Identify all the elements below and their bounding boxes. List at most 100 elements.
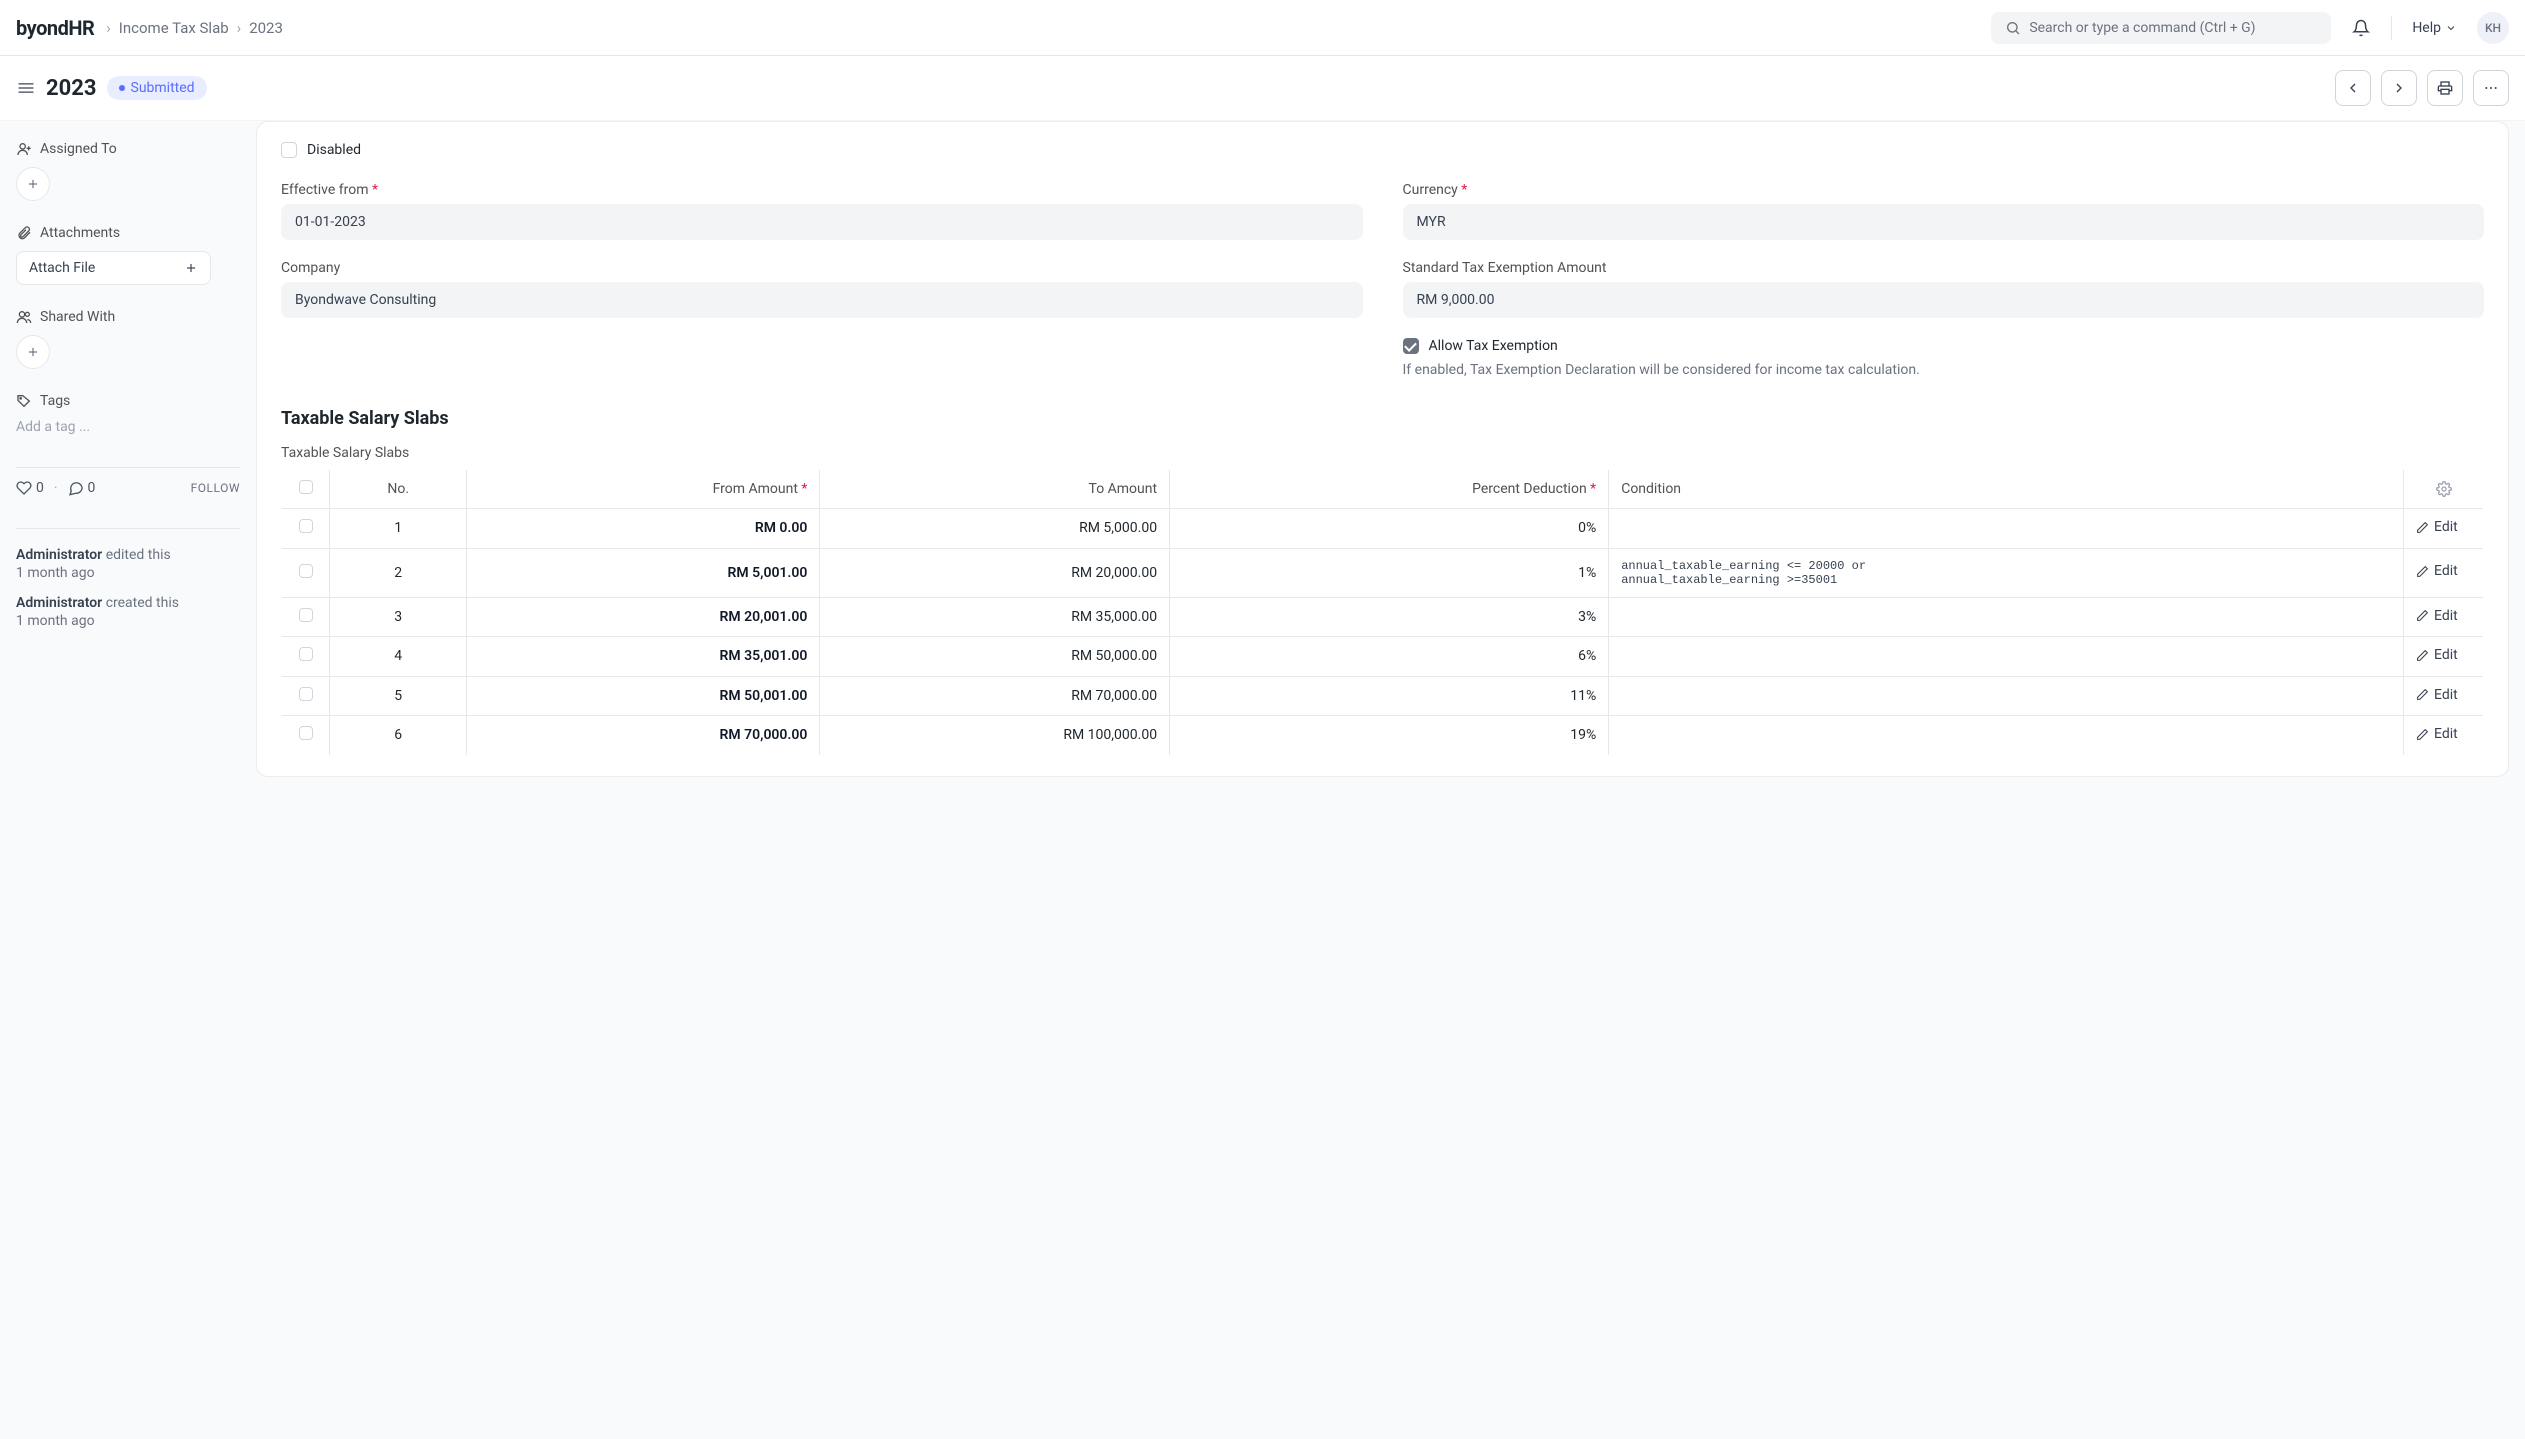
separator <box>2391 16 2392 40</box>
cell-no: 3 <box>330 597 467 637</box>
like-count[interactable]: 0 <box>16 480 44 496</box>
table-row: 1 RM 0.00 RM 5,000.00 0% Edit <box>282 509 2484 549</box>
audit-log: Administrator edited this 1 month ago Ad… <box>16 547 240 629</box>
col-from: From Amount * <box>467 470 820 509</box>
row-checkbox[interactable] <box>282 637 330 677</box>
cell-condition[interactable] <box>1609 637 2404 677</box>
form-card: Disabled Effective from * 01-01-2023 Cur… <box>256 121 2509 777</box>
notifications-button[interactable] <box>2343 10 2379 46</box>
row-edit-button[interactable]: Edit <box>2404 548 2484 597</box>
cell-from[interactable]: RM 70,000.00 <box>467 716 820 756</box>
cell-pct[interactable]: 6% <box>1170 637 1609 677</box>
status-dot-icon <box>119 85 125 91</box>
navbar: byondHR › Income Tax Slab › 2023 Search … <box>0 0 2525 56</box>
cell-condition[interactable] <box>1609 509 2404 549</box>
pencil-icon <box>2416 609 2429 622</box>
help-menu[interactable]: Help <box>2404 14 2465 42</box>
company-input[interactable]: Byondwave Consulting <box>281 282 1363 318</box>
breadcrumb-parent[interactable]: Income Tax Slab <box>119 19 229 37</box>
disabled-label: Disabled <box>307 142 361 158</box>
search-input[interactable]: Search or type a command (Ctrl + G) <box>1991 12 2331 44</box>
tag-input[interactable]: Add a tag ... <box>16 419 240 435</box>
divider <box>16 467 240 468</box>
currency-input[interactable]: MYR <box>1403 204 2485 240</box>
search-placeholder: Search or type a command (Ctrl + G) <box>2029 20 2255 36</box>
next-button[interactable] <box>2381 70 2417 106</box>
disabled-checkbox[interactable] <box>281 142 297 158</box>
status-badge: Submitted <box>107 76 207 100</box>
pencil-icon <box>2416 521 2429 534</box>
row-edit-button[interactable]: Edit <box>2404 597 2484 637</box>
cell-from[interactable]: RM 5,001.00 <box>467 548 820 597</box>
follow-button[interactable]: FOLLOW <box>191 481 240 495</box>
plus-icon <box>26 345 40 359</box>
tag-icon <box>16 393 32 409</box>
row-checkbox[interactable] <box>282 716 330 756</box>
main-content: Disabled Effective from * 01-01-2023 Cur… <box>256 121 2525 1439</box>
row-checkbox[interactable] <box>282 597 330 637</box>
table-row: 6 RM 70,000.00 RM 100,000.00 19% Edit <box>282 716 2484 756</box>
cell-from[interactable]: RM 35,001.00 <box>467 637 820 677</box>
row-edit-button[interactable]: Edit <box>2404 716 2484 756</box>
allow-exemption-help: If enabled, Tax Exemption Declaration wi… <box>1403 362 2485 378</box>
cell-pct[interactable]: 19% <box>1170 716 1609 756</box>
plus-icon <box>26 177 40 191</box>
user-plus-icon <box>16 141 32 157</box>
col-to: To Amount <box>820 470 1170 509</box>
row-checkbox[interactable] <box>282 548 330 597</box>
slabs-table-label: Taxable Salary Slabs <box>281 445 2484 461</box>
page-title: 2023 <box>46 76 97 101</box>
cell-from[interactable]: RM 50,001.00 <box>467 676 820 716</box>
cell-from[interactable]: RM 0.00 <box>467 509 820 549</box>
row-checkbox[interactable] <box>282 676 330 716</box>
std-exemption-input[interactable]: RM 9,000.00 <box>1403 282 2485 318</box>
cell-to[interactable]: RM 50,000.00 <box>820 637 1170 677</box>
cell-condition[interactable]: annual_taxable_earning <= 20000 or annua… <box>1609 548 2404 597</box>
cell-pct[interactable]: 3% <box>1170 597 1609 637</box>
cell-condition[interactable] <box>1609 676 2404 716</box>
cell-to[interactable]: RM 20,000.00 <box>820 548 1170 597</box>
effective-from-label: Effective from * <box>281 182 1363 198</box>
breadcrumb: › Income Tax Slab › 2023 <box>106 19 283 37</box>
cell-pct[interactable]: 0% <box>1170 509 1609 549</box>
cell-to[interactable]: RM 100,000.00 <box>820 716 1170 756</box>
comment-count[interactable]: 0 <box>68 480 96 496</box>
slabs-table: No. From Amount * To Amount Percent Dedu… <box>281 469 2484 756</box>
row-edit-button[interactable]: Edit <box>2404 637 2484 677</box>
row-edit-button[interactable]: Edit <box>2404 676 2484 716</box>
more-menu-button[interactable] <box>2473 70 2509 106</box>
cell-to[interactable]: RM 70,000.00 <box>820 676 1170 716</box>
brand-logo[interactable]: byondHR <box>16 16 94 40</box>
avatar[interactable]: KH <box>2477 12 2509 44</box>
allow-exemption-checkbox[interactable] <box>1403 338 1419 354</box>
print-button[interactable] <box>2427 70 2463 106</box>
add-share-button[interactable] <box>16 335 50 369</box>
cell-no: 1 <box>330 509 467 549</box>
pencil-icon <box>2416 688 2429 701</box>
cell-pct[interactable]: 11% <box>1170 676 1609 716</box>
col-cond: Condition <box>1609 470 2404 509</box>
effective-from-input[interactable]: 01-01-2023 <box>281 204 1363 240</box>
attach-file-button[interactable]: Attach File <box>16 251 211 285</box>
cell-to[interactable]: RM 5,000.00 <box>820 509 1170 549</box>
cell-no: 4 <box>330 637 467 677</box>
col-select-all[interactable] <box>282 470 330 509</box>
row-checkbox[interactable] <box>282 509 330 549</box>
cell-pct[interactable]: 1% <box>1170 548 1609 597</box>
breadcrumb-current[interactable]: 2023 <box>249 19 283 37</box>
cell-no: 2 <box>330 548 467 597</box>
cell-from[interactable]: RM 20,001.00 <box>467 597 820 637</box>
chevron-down-icon <box>2445 22 2457 34</box>
cell-condition[interactable] <box>1609 597 2404 637</box>
add-assignee-button[interactable] <box>16 167 50 201</box>
cell-condition[interactable] <box>1609 716 2404 756</box>
assigned-to-label: Assigned To <box>16 141 240 157</box>
sidebar-toggle[interactable] <box>16 78 36 98</box>
col-settings[interactable] <box>2404 470 2484 509</box>
table-row: 5 RM 50,001.00 RM 70,000.00 11% Edit <box>282 676 2484 716</box>
dots-horizontal-icon <box>2483 80 2499 96</box>
shared-with-label: Shared With <box>16 309 240 325</box>
cell-to[interactable]: RM 35,000.00 <box>820 597 1170 637</box>
row-edit-button[interactable]: Edit <box>2404 509 2484 549</box>
prev-button[interactable] <box>2335 70 2371 106</box>
